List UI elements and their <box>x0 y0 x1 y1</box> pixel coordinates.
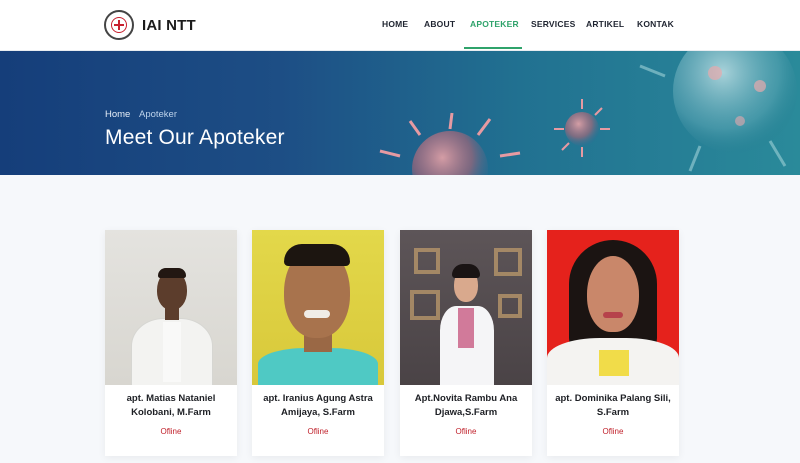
apoteker-card[interactable]: apt. Dominika Palang Sili, S.Farm Ofline <box>547 230 679 456</box>
status-badge: Ofline <box>307 427 329 436</box>
status-badge: Ofline <box>602 427 624 436</box>
active-nav-indicator <box>464 47 522 49</box>
apoteker-card[interactable]: Apt.Novita Rambu Ana Djawa,S.Farm Ofline <box>400 230 532 456</box>
apoteker-name: apt. Dominika Palang Sili, S.Farm <box>555 393 671 418</box>
logo-emblem-icon <box>104 10 134 40</box>
page-title: Meet Our Apoteker <box>105 126 285 149</box>
brand-logo[interactable]: IAI NTT <box>104 8 196 42</box>
status-badge: Ofline <box>160 427 182 436</box>
breadcrumb: Home Apoteker <box>105 109 177 120</box>
breadcrumb-current: Apoteker <box>138 109 178 120</box>
breadcrumb-home[interactable]: Home <box>105 109 130 120</box>
status-badge: Ofline <box>455 427 477 436</box>
apoteker-photo <box>547 230 679 385</box>
apoteker-name: Apt.Novita Rambu Ana Djawa,S.Farm <box>414 393 518 418</box>
site-header: IAI NTT HOME ABOUT APOTEKER SERVICES ART… <box>0 0 800 51</box>
apoteker-photo <box>400 230 532 385</box>
nav-services[interactable]: SERVICES <box>531 19 575 29</box>
apoteker-card[interactable]: apt. Iranius Agung Astra Amijaya, S.Farm… <box>252 230 384 456</box>
apoteker-photo <box>252 230 384 385</box>
nav-kontak[interactable]: KONTAK <box>637 19 674 29</box>
nav-home[interactable]: HOME <box>382 19 408 29</box>
apoteker-name: apt. Iranius Agung Astra Amijaya, S.Farm <box>263 393 373 418</box>
nav-artikel[interactable]: ARTIKEL <box>586 19 624 29</box>
nav-apoteker[interactable]: APOTEKER <box>470 19 519 29</box>
apoteker-card[interactable]: apt. Matias Nataniel Kolobani, M.Farm Of… <box>105 230 237 456</box>
apoteker-name: apt. Matias Nataniel Kolobani, M.Farm <box>126 393 216 418</box>
apoteker-photo <box>105 230 237 385</box>
brand-name: IAI NTT <box>142 16 196 34</box>
hero-banner: Home Apoteker Meet Our Apoteker <box>0 51 800 175</box>
nav-about[interactable]: ABOUT <box>424 19 455 29</box>
